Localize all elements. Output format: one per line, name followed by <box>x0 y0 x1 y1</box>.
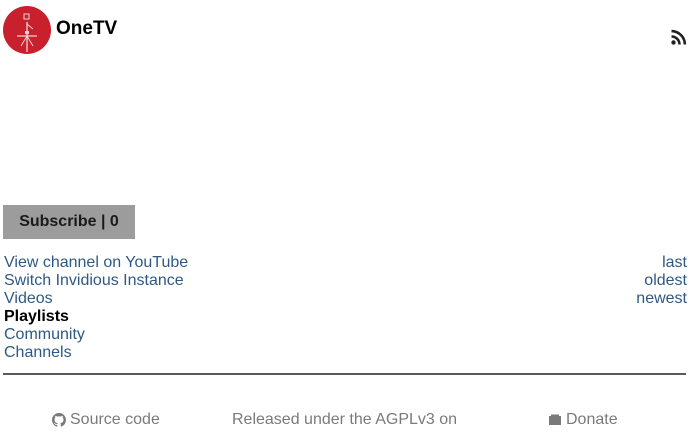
license-text: Released under the AGPLv3 on <box>232 411 458 428</box>
nav-item-playlists: Playlists <box>4 308 188 326</box>
channel-nav: View channel on YouTube Switch Invidious… <box>4 254 188 362</box>
donate-label: Donate <box>566 411 618 428</box>
channel-avatar <box>3 6 51 54</box>
source-code-label: Source code <box>70 411 160 428</box>
nav-item-switch-instance: Switch Invidious Instance <box>4 272 188 290</box>
source-code-link[interactable]: Source code <box>52 411 160 429</box>
subscribe-button[interactable]: Subscribe | 0 <box>3 205 135 239</box>
wallet-icon <box>549 414 561 425</box>
videos-tab[interactable]: Videos <box>4 290 53 307</box>
playlists-tab-active: Playlists <box>4 308 69 325</box>
avatar-logo-icon <box>17 13 37 52</box>
sort-newest-link[interactable]: newest <box>636 290 687 307</box>
sort-item-oldest: oldest <box>636 272 687 290</box>
nav-item-videos: Videos <box>4 290 188 308</box>
footer: Source code Released under the AGPLv3 on… <box>0 411 696 431</box>
sort-oldest-link[interactable]: oldest <box>644 272 687 289</box>
view-on-youtube-link[interactable]: View channel on YouTube <box>4 254 188 271</box>
channel-name: OneTV <box>56 17 118 39</box>
sort-item-newest: newest <box>636 290 687 308</box>
github-icon <box>52 413 66 427</box>
rss-icon <box>671 29 687 45</box>
nav-item-channels: Channels <box>4 344 188 362</box>
nav-item-community: Community <box>4 326 188 344</box>
channel-header: OneTV <box>3 6 117 54</box>
switch-instance-link[interactable]: Switch Invidious Instance <box>4 272 184 289</box>
nav-item-view-on-youtube: View channel on YouTube <box>4 254 188 272</box>
sort-item-last: last <box>636 254 687 272</box>
content-divider <box>3 373 686 375</box>
community-tab[interactable]: Community <box>4 326 85 343</box>
sort-options: last oldest newest <box>636 254 687 308</box>
channel-page: OneTV Subscribe | 0 View channel on YouT… <box>0 0 696 432</box>
rss-feed-link[interactable] <box>671 29 687 45</box>
channels-tab[interactable]: Channels <box>4 344 72 361</box>
donate-link[interactable]: Donate <box>548 411 618 429</box>
sort-last-link[interactable]: last <box>662 254 687 271</box>
